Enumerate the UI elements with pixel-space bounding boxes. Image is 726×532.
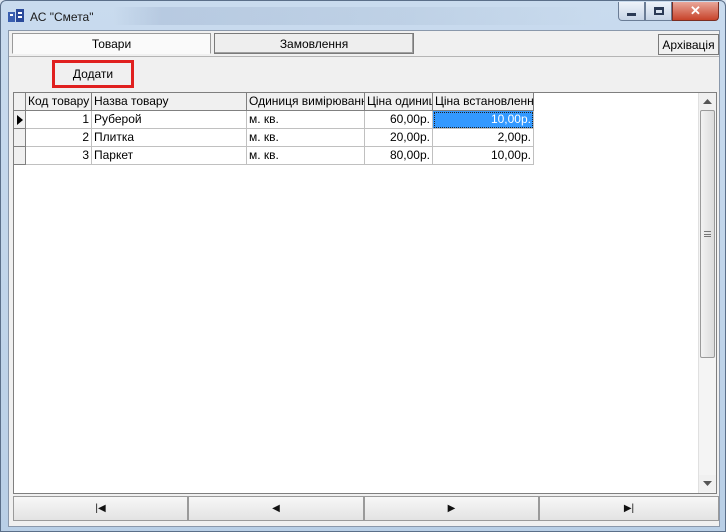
scroll-down-icon — [703, 480, 712, 486]
nav-last-button[interactable]: ▶| — [539, 496, 719, 521]
prev-record-icon: ◀ — [272, 503, 280, 514]
tab-strip: Товари Замовлення Архівація — [9, 31, 719, 57]
cell-code[interactable]: 2 — [26, 129, 92, 147]
cell-install-price[interactable]: 2,00р. — [433, 129, 534, 147]
next-record-icon: ▶ — [447, 503, 456, 514]
scroll-down-button[interactable] — [699, 475, 716, 492]
close-icon: ✕ — [690, 3, 701, 18]
main-form: Товари Замовлення Архівація Додати Код т… — [8, 30, 720, 527]
cell-install-price-selected[interactable]: 10,00р. — [433, 111, 534, 129]
tab-goods[interactable]: Товари — [12, 33, 211, 54]
row-indicator[interactable] — [14, 129, 26, 147]
maximize-button[interactable] — [645, 2, 672, 21]
app-icon — [8, 9, 24, 22]
close-button[interactable]: ✕ — [672, 2, 719, 21]
nav-next-button[interactable]: ▶ — [364, 496, 539, 521]
vertical-scrollbar[interactable] — [698, 93, 716, 493]
grid-content: Код товару Назва товару Одиниця вимірюва… — [14, 93, 698, 493]
row-indicator[interactable] — [14, 147, 26, 165]
cell-price[interactable]: 80,00р. — [365, 147, 433, 165]
title-bar-background — [113, 7, 603, 25]
tab-orders[interactable]: Замовлення — [214, 33, 414, 54]
column-header-code[interactable]: Код товару — [26, 93, 92, 111]
add-button[interactable]: Додати — [52, 60, 134, 88]
scrollbar-thumb[interactable] — [700, 110, 715, 358]
current-row-arrow-icon — [17, 115, 23, 125]
tab-divider — [9, 56, 719, 57]
grid-header-indicator — [14, 93, 26, 111]
column-header-name[interactable]: Назва товару — [92, 93, 247, 111]
first-record-icon: |◀ — [95, 503, 106, 514]
cell-code[interactable]: 1 — [26, 111, 92, 129]
title-bar: АС "Смета" ✕ — [1, 1, 725, 31]
app-window: АС "Смета" ✕ Товари Замовлення Архівація… — [0, 0, 726, 532]
cell-price[interactable]: 20,00р. — [365, 129, 433, 147]
cell-code[interactable]: 3 — [26, 147, 92, 165]
window-title: АС "Смета" — [30, 10, 94, 24]
cell-install-price[interactable]: 10,00р. — [433, 147, 534, 165]
minimize-button[interactable] — [618, 2, 645, 21]
scroll-up-button[interactable] — [699, 93, 716, 110]
archive-button[interactable]: Архівація — [658, 34, 719, 55]
maximize-icon — [653, 7, 664, 15]
cell-name[interactable]: Плитка — [92, 129, 247, 147]
minimize-icon — [627, 12, 636, 16]
column-header-unit[interactable]: Одиниця вимірювання — [247, 93, 365, 111]
nav-first-button[interactable]: |◀ — [13, 496, 188, 521]
column-header-price[interactable]: Ціна одиниці — [365, 93, 433, 111]
record-navigator: |◀ ◀ ▶ ▶| — [13, 496, 719, 521]
column-header-install-price[interactable]: Ціна встановлення — [433, 93, 534, 111]
cell-name[interactable]: Паркет — [92, 147, 247, 165]
goods-grid[interactable]: Код товару Назва товару Одиниця вимірюва… — [13, 92, 717, 494]
nav-prev-button[interactable]: ◀ — [188, 496, 364, 521]
cell-price[interactable]: 60,00р. — [365, 111, 433, 129]
scroll-up-icon — [703, 98, 712, 104]
cell-unit[interactable]: м. кв. — [247, 111, 365, 129]
cell-unit[interactable]: м. кв. — [247, 147, 365, 165]
grip-icon — [704, 231, 711, 237]
cell-name[interactable]: Руберой — [92, 111, 247, 129]
last-record-icon: ▶| — [623, 503, 635, 514]
add-button-label: Додати — [72, 67, 114, 81]
cell-unit[interactable]: м. кв. — [247, 129, 365, 147]
row-indicator-current[interactable] — [14, 111, 26, 129]
